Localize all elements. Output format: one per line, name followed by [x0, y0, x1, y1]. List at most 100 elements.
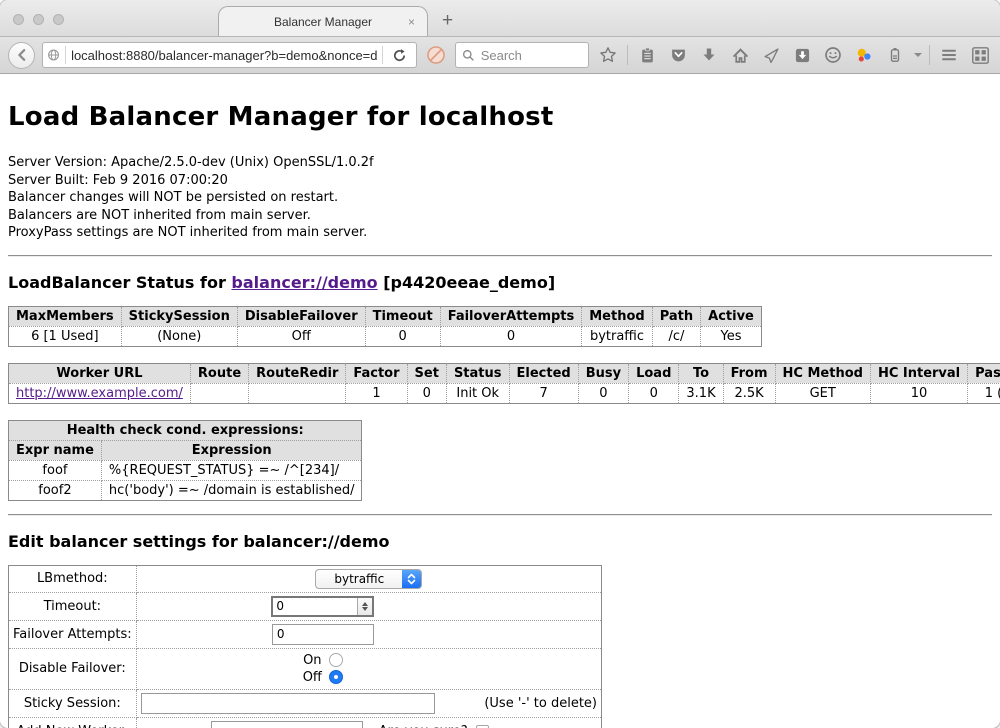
col-set: Set — [407, 363, 446, 383]
form-row-disable-failover: Disable Failover: On Off — [9, 648, 602, 689]
tab-bar: Balancer Manager × + — [0, 0, 1000, 37]
col-routeredir: RouteRedir — [249, 363, 346, 383]
col-disablefailover: DisableFailover — [237, 306, 365, 326]
lbmethod-select[interactable]: bytraffic — [315, 569, 422, 589]
divider — [8, 514, 992, 516]
cell-method: bytraffic — [582, 326, 652, 346]
menu-button[interactable] — [937, 43, 961, 67]
timeout-input[interactable] — [273, 598, 357, 615]
health-check-table: Health check cond. expressions: Expr nam… — [8, 420, 362, 501]
form-row-timeout: Timeout: — [9, 592, 602, 620]
table-title-row: Health check cond. expressions: — [9, 420, 362, 440]
col-timeout: Timeout — [365, 306, 440, 326]
table-row: foof2 hc('body') =~ /domain is establish… — [9, 480, 362, 500]
cell-worker-url: http://www.example.com/ — [9, 383, 191, 403]
col-elected: Elected — [509, 363, 578, 383]
back-button[interactable] — [8, 42, 35, 69]
tab-balancer-manager[interactable]: Balancer Manager × — [218, 6, 428, 36]
toolbar-divider — [929, 45, 930, 65]
new-tab-button[interactable]: + — [442, 10, 453, 32]
col-failoverattempts: FailoverAttempts — [440, 306, 582, 326]
home-button[interactable] — [728, 43, 752, 67]
select-stepper-icon — [402, 570, 421, 588]
add-worker-input[interactable] — [211, 721, 363, 728]
server-built-line: Server Built: Feb 9 2016 07:00:20 — [8, 172, 992, 190]
col-factor: Factor — [346, 363, 407, 383]
smiley-icon — [824, 46, 842, 64]
failover-on-option: On — [141, 652, 505, 669]
worker-url-link[interactable]: http://www.example.com/ — [16, 386, 183, 401]
blocked-circle-icon — [426, 45, 446, 65]
globe-icon — [47, 47, 60, 63]
toolbar-divider — [627, 45, 628, 65]
cell-set: 0 — [407, 383, 446, 403]
are-you-sure-checkbox[interactable] — [476, 725, 489, 728]
cell-expr-name: foof — [9, 460, 102, 480]
col-stickysession: StickySession — [121, 306, 237, 326]
close-window-button[interactable] — [13, 14, 24, 25]
back-arrow-icon — [15, 48, 29, 62]
tab-close-icon[interactable]: × — [408, 15, 415, 29]
table-header-row: Worker URL Route RouteRedir Factor Set S… — [9, 363, 1000, 383]
failover-attempts-input[interactable] — [272, 624, 374, 645]
status-heading-prefix: LoadBalancer Status for — [8, 273, 231, 292]
battery-extension-button[interactable] — [883, 43, 907, 67]
cell-expr-name: foof2 — [9, 480, 102, 500]
failover-off-radio[interactable] — [329, 670, 343, 684]
url-text[interactable]: localhost:8880/balancer-manager?b=demo&n… — [71, 48, 377, 63]
send-tab-button[interactable] — [759, 43, 783, 67]
cell-load: 0 — [629, 383, 679, 403]
download-box-icon — [794, 47, 811, 64]
col-to: To — [679, 363, 723, 383]
minimize-window-button[interactable] — [33, 14, 44, 25]
cell-expression: %{REQUEST_STATUS} =~ /^[234]/ — [101, 460, 362, 480]
lbmethod-label: LBmethod: — [9, 565, 137, 592]
overflow-caret-icon[interactable] — [914, 53, 922, 57]
number-spinner-icon[interactable] — [357, 598, 372, 615]
window-controls — [13, 14, 64, 25]
balancer-demo-link[interactable]: balancer://demo — [231, 273, 377, 292]
status-heading-suffix: [p4420eeae_demo] — [378, 273, 556, 292]
cell-from: 2.5K — [723, 383, 775, 403]
cell-route — [190, 383, 248, 403]
cell-to: 3.1K — [679, 383, 723, 403]
url-bar[interactable]: localhost:8880/balancer-manager?b=demo&n… — [42, 42, 417, 68]
failover-on-radio[interactable] — [329, 653, 343, 667]
cell-elected: 7 — [509, 383, 578, 403]
cell-status: Init Ok — [446, 383, 509, 403]
loadbalancer-status-heading: LoadBalancer Status for balancer://demo … — [8, 273, 992, 292]
star-icon — [599, 46, 617, 64]
timeout-input-wrap — [271, 596, 374, 617]
col-expression: Expression — [101, 440, 362, 460]
health-check-title: Health check cond. expressions: — [9, 420, 362, 440]
grid-tiles-icon — [971, 46, 990, 65]
lbmethod-selected-value: bytraffic — [316, 572, 402, 586]
col-expr-name: Expr name — [9, 440, 102, 460]
balancer-settings-form: LBmethod: bytraffic Timeout: — [8, 565, 602, 728]
pocket-button[interactable] — [666, 43, 690, 67]
reload-button[interactable] — [388, 43, 412, 67]
proxypass-warning-line: ProxyPass settings are NOT inherited fro… — [8, 224, 992, 242]
add-worker-label: Add New Worker: — [9, 717, 137, 728]
col-maxmembers: MaxMembers — [9, 306, 122, 326]
tab-groups-button[interactable] — [968, 43, 992, 67]
zoom-window-button[interactable] — [53, 14, 64, 25]
col-hc-interval: HC Interval — [870, 363, 967, 383]
downloads-button[interactable] — [697, 43, 721, 67]
cell-path: /c/ — [652, 326, 700, 346]
form-row-sticky-session: Sticky Session: (Use '-' to delete) — [9, 689, 602, 717]
script-blocker-extension-button[interactable] — [424, 43, 448, 67]
col-busy: Busy — [578, 363, 628, 383]
paper-plane-icon — [763, 47, 780, 64]
cell-stickysession: (None) — [121, 326, 237, 346]
save-to-device-button[interactable] — [790, 43, 814, 67]
search-bar[interactable]: Search — [455, 42, 589, 68]
tab-title: Balancer Manager — [274, 15, 372, 29]
cell-busy: 0 — [578, 383, 628, 403]
feedback-smiley-button[interactable] — [821, 43, 845, 67]
search-placeholder: Search — [481, 48, 522, 63]
sticky-session-input[interactable] — [141, 693, 435, 714]
bookmark-star-button[interactable] — [596, 43, 620, 67]
colored-dots-extension-button[interactable] — [852, 43, 876, 67]
clipboard-button[interactable] — [635, 43, 659, 67]
